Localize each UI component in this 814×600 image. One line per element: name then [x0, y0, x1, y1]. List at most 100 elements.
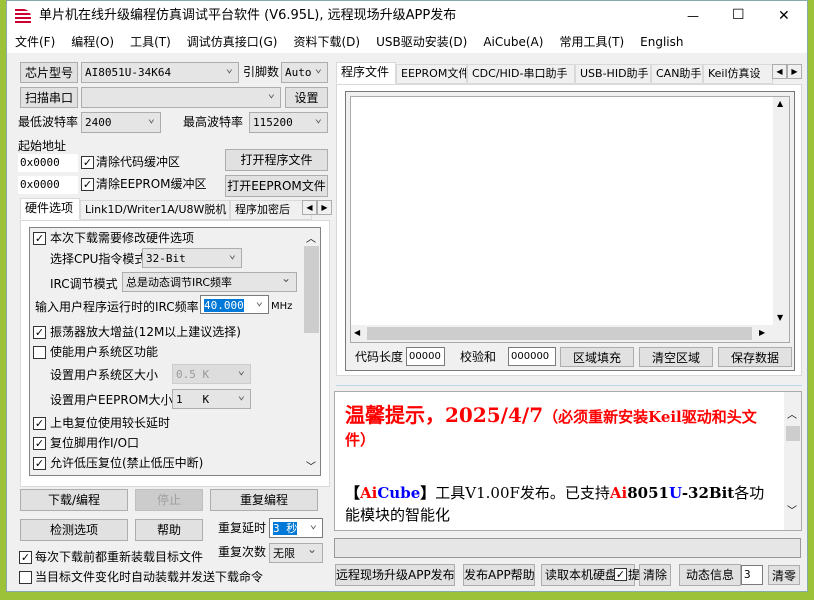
long-delay-label: 上电复位使用较长延时 [50, 416, 171, 430]
irc-freq-input[interactable]: 40.000 [200, 295, 269, 314]
settings-button[interactable]: 设置 [285, 87, 328, 108]
menu-common-tools[interactable]: 常用工具(T) [551, 31, 632, 53]
open-program-file-button[interactable]: 打开程序文件 [225, 149, 328, 171]
download-program-button[interactable]: 下载/编程 [20, 489, 128, 511]
right-tab-scroll-right[interactable]: ▶ [787, 64, 802, 79]
lvr-checkbox[interactable]: ✓ [33, 457, 46, 470]
repeat-program-button[interactable]: 重复编程 [210, 489, 318, 511]
tab-hardware-options[interactable]: 硬件选项 [20, 198, 80, 220]
scroll-right-arrow-icon[interactable]: ▶ [759, 328, 765, 337]
hscroll-thumb[interactable] [367, 327, 752, 340]
menu-debug[interactable]: 调试仿真接口(G) [179, 31, 286, 53]
user-eeprom-size-select[interactable]: 1 K [172, 389, 251, 409]
minimize-button[interactable]: — [687, 7, 699, 25]
main-window: 单片机在线升级编程仿真调试平台软件 (V6.95L), 远程现场升级APP发布 … [6, 0, 808, 592]
tab-scroll-right-button[interactable]: ▶ [317, 200, 332, 215]
menu-download[interactable]: 资料下载(D) [285, 31, 368, 53]
chip-u: U [669, 484, 682, 502]
menu-program[interactable]: 编程(O) [63, 31, 122, 53]
scroll-up-icon[interactable]: ︿ [306, 230, 316, 245]
tab-scroll-left-button[interactable]: ◀ [302, 200, 317, 215]
clear-code-buffer-label: 清除代码缓冲区 [96, 155, 181, 169]
pins-select[interactable]: Auto [281, 62, 328, 83]
progress-bar [334, 538, 801, 558]
start-address-eeprom-input[interactable]: 0x0000 [18, 176, 78, 194]
close-button[interactable]: ✕ [778, 7, 790, 25]
min-baud-select[interactable]: 2400 [81, 112, 161, 133]
notice-scroll-up-icon[interactable]: ︿ [787, 406, 797, 421]
dynamic-info-button[interactable]: 动态信息 [679, 564, 741, 586]
long-delay-checkbox[interactable]: ✓ [33, 417, 46, 430]
reset-counter-button[interactable]: 清零 [768, 565, 800, 585]
tab-cdc-serial[interactable]: CDC/HID-串口助手 [467, 64, 575, 84]
scroll-down-arrow-icon[interactable]: ▼ [777, 313, 783, 322]
ai-brand: Ai [609, 484, 628, 502]
scan-port-button[interactable]: 扫描串口 [20, 87, 78, 108]
bracket-right: 】 [420, 484, 436, 502]
publish-app-help-button[interactable]: 发布APP帮助 [463, 564, 535, 586]
clear-area-button[interactable]: 清空区域 [639, 347, 713, 367]
scroll-left-arrow-icon[interactable]: ◀ [354, 328, 360, 337]
repeat-delay-select[interactable]: 3 秒 [269, 518, 323, 538]
irc-mode-select[interactable]: 总是动态调节IRC频率 [122, 272, 297, 292]
auto-load-checkbox[interactable] [19, 571, 32, 584]
osc-gain-checkbox[interactable]: ✓ [33, 326, 46, 339]
hint-checkbox[interactable]: ✓ [614, 568, 627, 581]
menu-file[interactable]: 文件(F) [7, 31, 63, 53]
open-eeprom-file-button[interactable]: 打开EEPROM文件 [225, 175, 328, 197]
max-baud-select[interactable]: 115200 [249, 112, 328, 133]
tab-keil-sim[interactable]: Keil仿真设 [703, 64, 773, 84]
menu-tools[interactable]: 工具(T) [122, 31, 179, 53]
right-tab-scroll-left[interactable]: ◀ [772, 64, 787, 79]
modify-hw-checkbox[interactable]: ✓ [33, 232, 46, 245]
hw-options-scrollbar[interactable]: ︿ ﹀ [302, 228, 320, 475]
chip-model-select[interactable]: AI8051U-34K64 [81, 62, 239, 83]
remote-upgrade-publish-button[interactable]: 远程现场升级APP发布 [335, 564, 455, 586]
right-tab-strip: 程序文件 EEPROM文件 CDC/HID-串口助手 USB-HID助手 CAN… [336, 62, 802, 84]
area-fill-button[interactable]: 区域填充 [560, 347, 634, 367]
hex-view-area: ▲ ▼ ◀ ▶ [350, 96, 790, 343]
tab-encryption[interactable]: 程序加密后 [230, 200, 312, 220]
clear-eeprom-buffer-checkbox[interactable]: ✓ [81, 178, 94, 191]
reload-target-checkbox[interactable]: ✓ [19, 551, 32, 564]
stop-button[interactable]: 停止 [135, 489, 203, 511]
start-address-code-input[interactable]: 0x0000 [18, 154, 78, 172]
clear-code-buffer-checkbox[interactable]: ✓ [81, 156, 94, 169]
osc-gain-label: 振荡器放大增益(12M以上建议选择) [50, 325, 241, 339]
repeat-count-select[interactable]: 无限 [269, 543, 323, 563]
reset-io-checkbox[interactable]: ✓ [33, 437, 46, 450]
user-sys-area-label: 使能用户系统区功能 [50, 345, 159, 359]
bracket-left: 【 [345, 484, 361, 502]
save-data-button[interactable]: 保存数据 [718, 347, 792, 367]
lvr-label: 允许低压复位(禁止低压中断) [50, 456, 204, 470]
help-button[interactable]: 帮助 [135, 519, 203, 541]
scrollbar-thumb[interactable] [304, 246, 319, 333]
scroll-up-arrow-icon[interactable]: ▲ [777, 99, 783, 108]
maximize-button[interactable]: ☐ [732, 6, 745, 24]
notice-scrollbar[interactable]: ︿ ﹀ [784, 392, 801, 530]
tab-usb-hid[interactable]: USB-HID助手 [575, 64, 651, 84]
window-title: 单片机在线升级编程仿真调试平台软件 (V6.95L), 远程现场升级APP发布 [39, 8, 457, 23]
menu-english[interactable]: English [632, 31, 691, 53]
detect-options-button[interactable]: 检测选项 [20, 519, 128, 541]
notice-scroll-thumb[interactable] [786, 426, 800, 441]
notice-scroll-down-icon[interactable]: ﹀ [787, 502, 797, 517]
chip-model-button[interactable]: 芯片型号 [20, 62, 78, 83]
port-select[interactable] [81, 87, 281, 108]
user-sys-size-select[interactable]: 0.5 K [172, 364, 251, 384]
tab-program-file[interactable]: 程序文件 [336, 62, 396, 84]
hex-view-vscrollbar[interactable]: ▲ ▼ [773, 97, 789, 325]
hex-view-hscrollbar[interactable]: ◀ ▶ [351, 325, 789, 342]
tab-eeprom-file[interactable]: EEPROM文件 [396, 64, 467, 84]
menu-aicube[interactable]: AiCube(A) [475, 31, 551, 53]
scroll-down-icon[interactable]: ﹀ [306, 458, 316, 473]
cpu-mode-select[interactable]: 32-Bit [142, 248, 242, 268]
menu-usb-driver[interactable]: USB驱动安装(D) [368, 31, 475, 53]
user-sys-area-checkbox[interactable] [33, 346, 46, 359]
reset-io-label: 复位脚用作I/O口 [50, 436, 140, 450]
tab-offline-writer[interactable]: Link1D/Writer1A/U8W脱机 [80, 200, 230, 220]
clear-button[interactable]: 清除 [639, 564, 671, 586]
notice-title: 温馨提示，2025/4/7（必须重新安装Keil驱动和头文件） [345, 404, 765, 452]
notice-panel: 温馨提示，2025/4/7（必须重新安装Keil驱动和头文件） 【AiCube】… [334, 391, 802, 531]
tab-can[interactable]: CAN助手 [651, 64, 703, 84]
